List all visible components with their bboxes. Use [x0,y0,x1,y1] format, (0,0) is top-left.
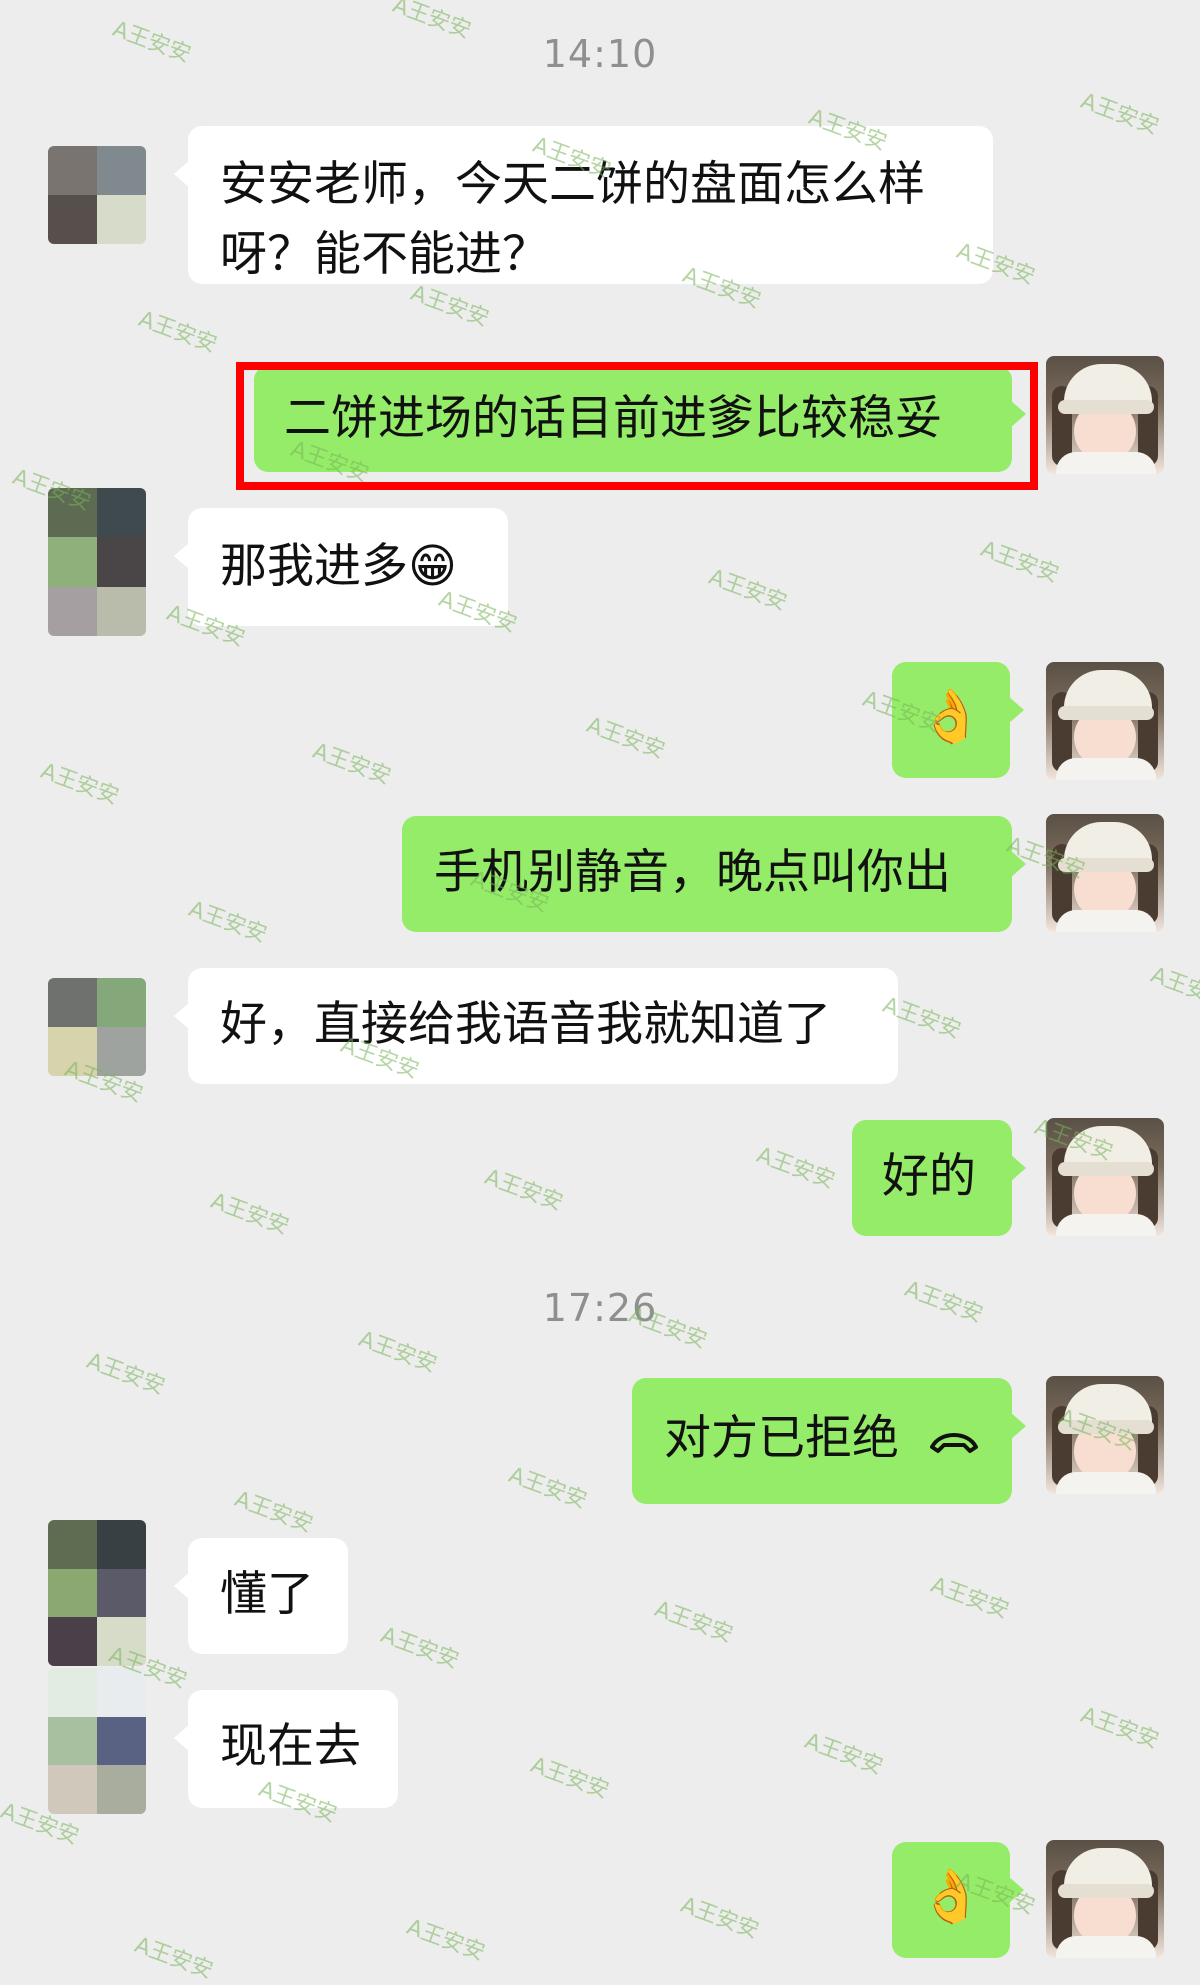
watermark: A王安安 [583,712,669,764]
watermark: A王安安 [37,758,123,810]
watermark: A王安安 [231,1486,317,1538]
highlight-box [236,362,1038,490]
message-text: 好，直接给我语音我就知道了 [220,997,831,1052]
user-avatar[interactable] [1046,662,1164,780]
contact-avatar[interactable] [48,146,146,244]
watermark: A王安安 [527,1752,613,1804]
message-text: 安安老师，今天二饼的盘面怎么样呀？能不能进？ [220,157,925,282]
message-text: 现在去 [220,1719,361,1774]
watermark: A王安安 [1077,1702,1163,1754]
watermark: A王安安 [83,1348,169,1400]
watermark: A王安安 [185,896,271,948]
contact-avatar[interactable] [48,488,146,636]
message-bubble[interactable]: 好，直接给我语音我就知道了 [174,968,898,1084]
watermark: A王安安 [977,536,1063,588]
user-avatar[interactable] [1046,1840,1164,1958]
message-text: 那我进多 [220,539,408,594]
grin-emoji-icon: 😁 [408,539,457,594]
watermark: A王安安 [801,1728,887,1780]
timestamp: 14:10 [542,32,658,76]
message-text: 懂了 [220,1567,314,1622]
timestamp: 17:26 [542,1286,658,1330]
message-bubble[interactable]: 👌 [892,1842,1024,1958]
call-record-bubble[interactable]: 对方已拒绝 [632,1378,1026,1504]
watermark: A王安安 [651,1596,737,1648]
message-text: 对方已拒绝 [664,1411,899,1466]
user-avatar[interactable] [1046,1118,1164,1236]
message-bubble[interactable]: 那我进多😁 [174,508,508,626]
user-avatar[interactable] [1046,814,1164,932]
watermark: A王安安 [505,1462,591,1514]
watermark: A王安安 [705,564,791,616]
watermark: A王安安 [207,1188,293,1240]
watermark: A王安安 [677,1892,763,1944]
message-text: 好的 [882,1149,976,1204]
hangup-icon [928,1407,980,1477]
watermark: A王安安 [1077,88,1163,140]
message-bubble[interactable]: 好的 [852,1120,1026,1236]
contact-avatar[interactable] [48,978,146,1076]
watermark: A王安安 [481,1164,567,1216]
user-avatar[interactable] [1046,356,1164,474]
watermark: A王安安 [309,738,395,790]
watermark: A王安安 [403,1914,489,1966]
watermark: A王安安 [1147,962,1200,1014]
watermark: A王安安 [135,306,221,358]
message-bubble[interactable]: 👌 [892,662,1024,778]
contact-avatar[interactable] [48,1668,146,1814]
ok-hand-emoji-icon: 👌 [918,1867,984,1927]
watermark: A王安安 [753,1142,839,1194]
user-avatar[interactable] [1046,1376,1164,1494]
contact-avatar[interactable] [48,1520,146,1666]
ok-hand-emoji-icon: 👌 [918,687,984,747]
watermark: A王安安 [377,1622,463,1674]
message-text: 手机别静音，晚点叫你出 [434,845,951,900]
message-bubble[interactable]: 现在去 [174,1690,398,1808]
message-bubble[interactable]: 懂了 [174,1538,348,1654]
message-bubble[interactable]: 安安老师，今天二饼的盘面怎么样呀？能不能进？ [174,126,993,284]
watermark: A王安安 [927,1572,1013,1624]
message-bubble[interactable]: 手机别静音，晚点叫你出 [402,816,1026,932]
watermark: A王安安 [131,1932,217,1984]
